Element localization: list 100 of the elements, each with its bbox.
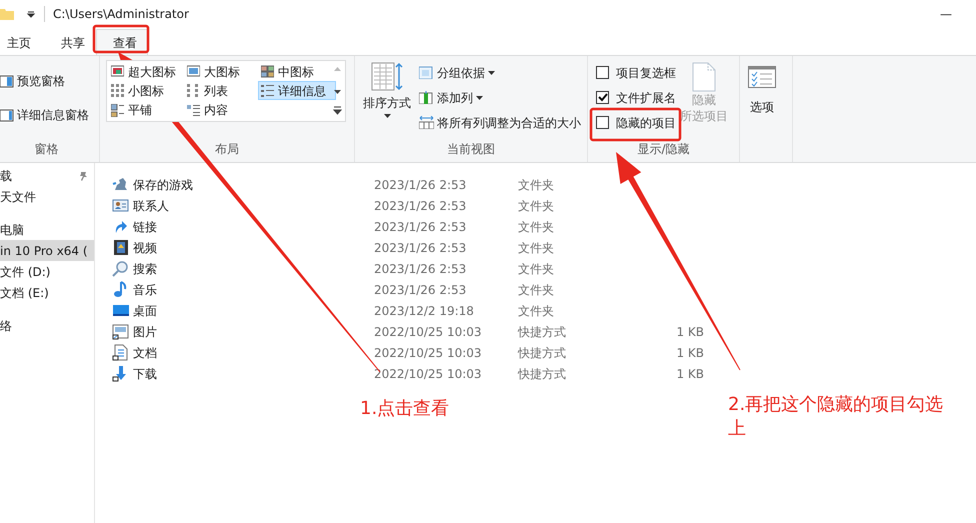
date-cell-text: 2023/1/26 2:53 [374, 240, 468, 256]
sidebar-item[interactable]: in 10 Pro x64 ( [0, 240, 94, 261]
file-name[interactable]: 桌面 [133, 302, 157, 320]
date-cell-text: 2023/1/26 2:53 [374, 282, 468, 298]
type-cell-text: 快捷方式 [518, 366, 567, 382]
pane-button[interactable]: 预览窗格 [0, 70, 67, 92]
file-name[interactable]: 联系人 [133, 196, 169, 214]
magnifier-icon [112, 260, 129, 277]
type-cell-text: 文件夹 [518, 282, 555, 298]
date-cell-text: 2023/12/2 19:18 [374, 302, 475, 320]
ribbon-tab[interactable]: 主页 [0, 29, 52, 55]
highlight-frame [92, 24, 150, 54]
type-cell-text: 快捷方式 [518, 324, 567, 340]
layout-option[interactable]: 平铺 [108, 100, 184, 120]
layout-option[interactable]: 列表 [184, 81, 258, 100]
type-cell-text: 文件夹 [518, 176, 555, 194]
file-name[interactable]: 搜索 [133, 260, 157, 278]
file-name[interactable]: 保存的游戏 [133, 176, 193, 194]
checkbox-option[interactable]: 项目复选框 [594, 60, 678, 85]
size-cell-text: 1 KB [675, 344, 704, 362]
checkbox[interactable] [596, 91, 609, 104]
group-label: 窗格 [34, 141, 60, 158]
folder-icon [0, 8, 14, 20]
sidebar-item[interactable]: 载 [0, 165, 94, 186]
fit-columns-icon [419, 116, 434, 129]
view-layout-icon [261, 84, 274, 98]
view-layout-icon [187, 104, 200, 117]
size-cell-text: 1 KB [675, 324, 704, 340]
date-cell-text: 2022/10/25 10:03 [374, 344, 483, 362]
layout-option[interactable]: 超大图标 [108, 62, 184, 81]
file-name[interactable]: 下载 [133, 364, 157, 382]
sidebar-item[interactable]: 文件 (D:) [0, 261, 94, 282]
view-layout-icon [111, 104, 124, 117]
view-layout-icon [261, 65, 274, 78]
picture-icon [112, 323, 129, 340]
sidebar-item[interactable]: 络 [0, 315, 94, 336]
file-name[interactable]: 链接 [133, 218, 157, 236]
pin-icon [78, 170, 88, 180]
layout-option[interactable]: 小图标 [108, 81, 184, 100]
type-cell-text: 文件夹 [518, 240, 555, 256]
checkbox[interactable] [596, 66, 609, 79]
date-cell-text: 2022/10/25 10:03 [374, 324, 483, 340]
document-icon [692, 62, 716, 92]
annotation-text: 1.点击查看 [360, 397, 450, 421]
group-label: 当前视图 [446, 141, 496, 158]
caret-icon [384, 114, 390, 118]
caret-icon [488, 70, 495, 74]
dropdown-icon[interactable] [26, 9, 36, 19]
view-layout-icon [111, 84, 124, 98]
layout-option[interactable]: 内容 [184, 100, 258, 120]
date-cell-text: 2023/1/26 2:53 [374, 198, 468, 214]
type-cell-text: 文件夹 [518, 198, 555, 214]
layout-option[interactable]: 中图标 [258, 62, 336, 81]
checklist-icon [748, 66, 776, 88]
view-option-button[interactable]: 将所有列调整为合适的大小 [417, 110, 583, 135]
options-button[interactable]: 选项 [746, 60, 778, 118]
minimize-button[interactable]: — [938, 3, 954, 25]
checkbox-option[interactable]: 隐藏的项目 [594, 110, 678, 135]
sort-columns-icon [370, 62, 404, 92]
group-by-icon [419, 66, 434, 79]
layout-option[interactable]: 大图标 [184, 62, 258, 81]
scroll-arrows-icon [333, 65, 342, 117]
sidebar-item[interactable]: 天文件 [0, 186, 94, 207]
chess-piece-icon [112, 176, 129, 193]
file-name[interactable]: 音乐 [133, 280, 157, 298]
monitor-icon [112, 302, 129, 319]
caret-icon [476, 96, 483, 100]
ribbon-tab[interactable]: 共享 [52, 29, 96, 55]
pane-button[interactable]: 详细信息窗格 [0, 104, 91, 126]
type-cell-text: 快捷方式 [518, 344, 567, 362]
film-icon [112, 239, 129, 256]
file-name[interactable]: 文档 [133, 344, 157, 362]
view-option-button[interactable]: 添加列 [417, 85, 583, 110]
file-name[interactable]: 视频 [133, 238, 157, 256]
date-cell-text: 2023/1/26 2:53 [374, 260, 468, 278]
download-arrow-icon [112, 365, 129, 382]
file-name[interactable]: 图片 [133, 322, 157, 340]
date-cell-text: 2023/1/26 2:53 [374, 176, 468, 194]
view-layout-icon [187, 65, 200, 78]
type-cell-text: 文件夹 [518, 218, 555, 236]
path-text: C:\Users\Administrator [53, 6, 189, 23]
size-cell-text: 1 KB [675, 366, 704, 382]
checkbox-option[interactable]: 文件扩展名 [594, 85, 678, 110]
group-label: 布局 [214, 141, 240, 158]
view-option-button[interactable]: 分组依据 [417, 60, 583, 85]
contact-card-icon [112, 197, 129, 214]
checkbox[interactable] [596, 116, 609, 129]
date-cell-text: 2022/10/25 10:03 [374, 366, 483, 382]
sort-button[interactable]: 排序方式 [361, 60, 413, 135]
sidebar-item[interactable]: 电脑 [0, 219, 94, 240]
sidebar-item[interactable]: 文档 (E:) [0, 282, 94, 303]
annotation-text: 2.再把这个隐藏的项目勾选上 [728, 393, 944, 442]
document-icon [112, 344, 129, 361]
type-cell-text: 文件夹 [518, 302, 555, 320]
layout-option[interactable]: 详细信息 [258, 81, 336, 100]
view-layout-icon [187, 84, 200, 98]
group-label: 显示/隐藏 [636, 141, 691, 158]
view-layout-icon [111, 65, 124, 78]
music-note-icon [112, 281, 129, 298]
date-cell-text: 2023/1/26 2:53 [374, 218, 468, 236]
